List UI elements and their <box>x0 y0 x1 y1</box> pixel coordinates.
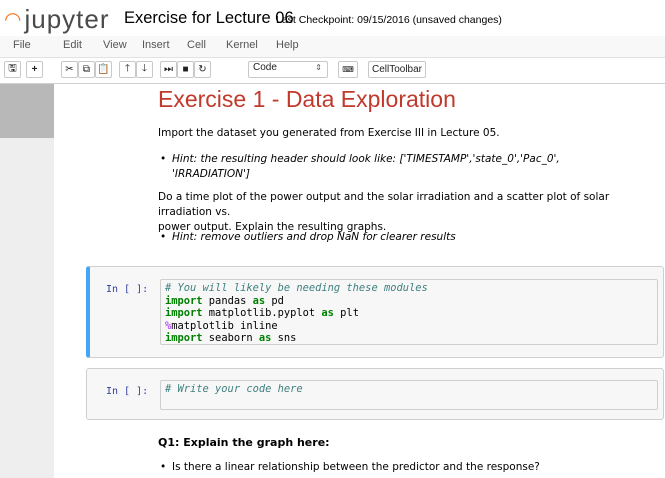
code-text: pandas <box>202 294 253 307</box>
cell-2-input[interactable]: # Write your code here <box>160 380 658 410</box>
hint1-line2: 'IRRADIATION'] <box>172 168 250 180</box>
q1-bullet: Is there a linear relationship between t… <box>160 460 540 475</box>
save-button[interactable]: 🖫 <box>4 61 21 78</box>
cut-icon: ✂ <box>65 64 74 75</box>
keyboard-icon: ⌨ <box>342 65 354 74</box>
exercise-heading: Exercise 1 - Data Exploration <box>158 86 456 112</box>
code-text: seaborn <box>202 332 259 344</box>
jupyter-logo-icon: ◠ <box>4 9 23 31</box>
code-text: sns <box>271 332 297 344</box>
select-arrows-icon: ⇕ <box>315 63 322 72</box>
move-down-button[interactable]: 🡓 <box>136 61 153 78</box>
copy-icon: ⧉ <box>82 64 91 75</box>
left-margin-block <box>0 84 54 138</box>
para2-line1: Do a time plot of the power output and t… <box>158 191 610 218</box>
toolbar: 🖫 + ✂ ⧉ 📋 🡑 🡓 ⏭ ■ ↻ Code ⇕ ⌨ CellToolbar <box>0 58 665 84</box>
notebook-header: ◠jupyter Exercise for Lecture 06 Last Ch… <box>0 0 665 36</box>
paste-icon: 📋 <box>97 64 110 75</box>
logo-text: jupyter <box>24 4 110 34</box>
code-keyword: import <box>165 332 203 344</box>
code-comment: # You will likely be needing these modul… <box>165 282 428 294</box>
code-comment: # Write your code here <box>165 383 303 395</box>
copy-button[interactable]: ⧉ <box>78 61 95 78</box>
cell-type-select[interactable]: Code ⇕ <box>248 61 328 78</box>
celltoolbar-button[interactable]: CellToolbar <box>368 61 426 78</box>
restart-button[interactable]: ↻ <box>194 61 211 78</box>
menu-bar: File Edit View Insert Cell Kernel Help <box>0 36 665 58</box>
menu-help[interactable]: Help <box>276 39 299 51</box>
code-keyword: import <box>165 294 203 307</box>
code-keyword: as <box>258 332 272 344</box>
arrow-up-icon: 🡑 <box>124 63 131 74</box>
cell-type-value: Code <box>253 62 277 73</box>
menu-file[interactable]: File <box>13 39 31 51</box>
command-palette-button[interactable]: ⌨ <box>338 61 358 78</box>
run-button[interactable]: ⏭ <box>160 61 177 78</box>
menu-edit[interactable]: Edit <box>63 39 82 51</box>
code-text: pd <box>265 294 284 307</box>
cut-button[interactable]: ✂ <box>61 61 78 78</box>
paste-button[interactable]: 📋 <box>95 61 112 78</box>
code-text: matplotlib.pyplot <box>202 307 322 319</box>
step-forward-icon: ⏭ <box>164 64 173 75</box>
code-text: matplotlib inline <box>171 319 278 332</box>
save-icon: 🖫 <box>8 63 17 74</box>
menu-cell[interactable]: Cell <box>187 39 206 51</box>
menu-kernel[interactable]: Kernel <box>226 39 258 51</box>
hint-bullet-2: Hint: remove outliers and drop NaN for c… <box>160 230 456 245</box>
checkpoint-status: Last Checkpoint: 09/15/2016 (unsaved cha… <box>276 14 502 26</box>
cell-2-prompt: In [ ]: <box>106 386 149 397</box>
menu-view[interactable]: View <box>103 39 127 51</box>
jupyter-logo[interactable]: ◠jupyter <box>4 4 110 35</box>
move-up-button[interactable]: 🡑 <box>119 61 136 78</box>
restart-icon: ↻ <box>198 64 207 75</box>
markdown-paragraph-2: Do a time plot of the power output and t… <box>158 190 665 235</box>
q1-heading: Q1: Explain the graph here: <box>158 436 330 449</box>
notebook-title[interactable]: Exercise for Lecture 06 <box>124 9 294 28</box>
plus-icon: + <box>31 64 38 75</box>
cell-1-prompt: In [ ]: <box>106 284 149 295</box>
code-keyword: as <box>321 307 334 319</box>
code-text: plt <box>333 307 359 319</box>
stop-icon: ■ <box>182 64 189 75</box>
code-keyword: as <box>252 294 266 307</box>
cell-1-input[interactable]: # You will likely be needing these modul… <box>160 279 658 345</box>
markdown-paragraph-1: Import the dataset you generated from Ex… <box>158 127 500 139</box>
hint1-line1: Hint: the resulting header should look l… <box>172 153 560 165</box>
code-keyword: import <box>165 307 203 319</box>
hint-bullet-1: Hint: the resulting header should look l… <box>160 152 560 182</box>
add-cell-button[interactable]: + <box>26 61 43 78</box>
interrupt-button[interactable]: ■ <box>177 61 194 78</box>
arrow-down-icon: 🡓 <box>141 63 148 74</box>
menu-insert[interactable]: Insert <box>142 39 170 51</box>
